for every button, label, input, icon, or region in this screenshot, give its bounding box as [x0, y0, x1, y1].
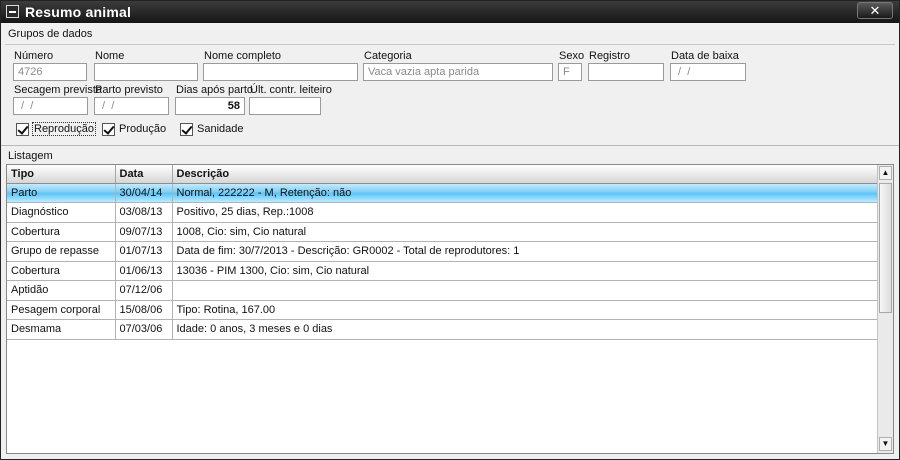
table-row[interactable]: Aptidão 07/12/06 — [7, 280, 878, 301]
cell-tipo: Parto — [7, 183, 116, 203]
sexo-field[interactable]: F — [558, 63, 582, 81]
column-header-tipo[interactable]: Tipo — [7, 165, 116, 184]
reproducao-checkbox[interactable]: Reprodução — [16, 121, 96, 137]
registro-field[interactable] — [588, 63, 664, 81]
data-baixa-field[interactable]: / / — [670, 63, 746, 81]
sanidade-checkbox[interactable]: Sanidade — [180, 121, 244, 137]
parto-previsto-label: Parto previsto — [95, 84, 163, 96]
nome-field[interactable] — [94, 63, 198, 81]
table-row[interactable]: Grupo de repasse 01/07/13 Data de fim: 3… — [7, 241, 878, 262]
producao-label: Produção — [119, 123, 167, 135]
table-header-row: Tipo Data Descrição — [7, 165, 878, 184]
cell-data: 15/08/06 — [115, 300, 173, 320]
checkbox-checked-icon[interactable] — [180, 122, 193, 136]
cell-data: 03/08/13 — [115, 202, 173, 223]
checkbox-checked-icon[interactable] — [102, 122, 115, 136]
categoria-field[interactable]: Vaca vazia apta parida — [363, 63, 553, 81]
cell-data: 09/07/13 — [115, 222, 173, 242]
nome-label: Nome — [95, 50, 125, 62]
ult-contr-leiteiro-field[interactable] — [249, 97, 321, 115]
cell-descricao: Positivo, 25 dias, Rep.:1008 — [172, 202, 878, 223]
data-baixa-label: Data de baixa — [671, 50, 739, 62]
resumo-animal-window: Resumo animal ✕ Grupos de dados Número 4… — [0, 0, 900, 460]
secagem-field[interactable]: / / — [13, 97, 88, 115]
cell-descricao — [172, 280, 878, 301]
cell-data: 07/12/06 — [115, 280, 173, 301]
cell-tipo: Cobertura — [7, 261, 116, 281]
window-title: Resumo animal — [25, 4, 132, 20]
scrollbar-thumb[interactable] — [879, 183, 892, 313]
producao-checkbox[interactable]: Produção — [102, 121, 166, 137]
cell-descricao: Tipo: Rotina, 167.00 — [172, 300, 878, 320]
grupos-de-dados-title: Grupos de dados — [8, 28, 93, 40]
cell-tipo: Grupo de repasse — [7, 241, 116, 262]
registro-label: Registro — [589, 50, 630, 62]
cell-descricao: Normal, 222222 - M, Retenção: não — [172, 183, 878, 203]
cell-tipo: Pesagem corporal — [7, 300, 116, 320]
listagem-grid[interactable]: Tipo Data Descrição Parto 30/04/14 Norma… — [6, 164, 894, 454]
secagem-label: Secagem prevista — [14, 84, 103, 96]
sexo-label: Sexo — [559, 50, 585, 62]
cell-descricao: 1008, Cio: sim, Cio natural — [172, 222, 878, 242]
parto-previsto-field[interactable]: / / — [94, 97, 169, 115]
listagem-table: Tipo Data Descrição Parto 30/04/14 Norma… — [7, 165, 878, 340]
dias-apos-parto-label: Dias após parto — [176, 84, 254, 96]
cell-tipo: Cobertura — [7, 222, 116, 242]
numero-field[interactable]: 4726 — [13, 63, 87, 81]
divider — [5, 44, 895, 45]
listagem-section: Listagem Tipo Data Descrição Parto 30/04… — [1, 146, 899, 459]
table-row[interactable]: Parto 30/04/14 Normal, 222222 - M, Reten… — [7, 183, 878, 203]
table-row[interactable]: Cobertura 09/07/13 1008, Cio: sim, Cio n… — [7, 222, 878, 242]
table-row[interactable]: Desmama 07/03/06 Idade: 0 anos, 3 meses … — [7, 319, 878, 340]
dias-apos-parto-field[interactable]: 58 — [175, 97, 245, 115]
cell-descricao: Data de fim: 30/7/2013 - Descrição: GR00… — [172, 241, 878, 262]
categoria-label: Categoria — [364, 50, 412, 62]
ult-contr-leiteiro-label: Últ. contr. leiteiro — [250, 84, 332, 96]
table-row[interactable]: Diagnóstico 03/08/13 Positivo, 25 dias, … — [7, 202, 878, 223]
nome-completo-label: Nome completo — [204, 50, 282, 62]
cell-descricao: 13036 - PIM 1300, Cio: sim, Cio natural — [172, 261, 878, 281]
listagem-title: Listagem — [8, 150, 53, 162]
grupos-de-dados-section: Grupos de dados Número 4726 Nome Nome co… — [1, 23, 899, 146]
table-row[interactable]: Pesagem corporal 15/08/06 Tipo: Rotina, … — [7, 300, 878, 320]
cell-data: 30/04/14 — [115, 183, 173, 203]
cell-data: 01/06/13 — [115, 261, 173, 281]
cell-descricao: Idade: 0 anos, 3 meses e 0 dias — [172, 319, 878, 340]
column-header-data[interactable]: Data — [115, 165, 173, 184]
cell-tipo: Diagnóstico — [7, 202, 116, 223]
scroll-down-icon[interactable]: ▼ — [879, 437, 892, 451]
numero-label: Número — [14, 50, 54, 62]
nome-completo-field[interactable] — [203, 63, 358, 81]
window-menu-icon[interactable] — [6, 5, 19, 18]
cell-tipo: Desmama — [7, 319, 116, 340]
sanidade-label: Sanidade — [197, 123, 244, 135]
table-row[interactable]: Cobertura 01/06/13 13036 - PIM 1300, Cio… — [7, 261, 878, 281]
column-header-descricao[interactable]: Descrição — [172, 165, 878, 184]
cell-data: 01/07/13 — [115, 241, 173, 262]
vertical-scrollbar[interactable]: ▲ ▼ — [877, 165, 893, 453]
title-bar[interactable]: Resumo animal ✕ — [1, 1, 899, 23]
cell-data: 07/03/06 — [115, 319, 173, 340]
reproducao-label: Reprodução — [32, 122, 96, 136]
cell-tipo: Aptidão — [7, 280, 116, 301]
close-button[interactable]: ✕ — [857, 2, 893, 19]
checkbox-checked-icon[interactable] — [16, 122, 29, 136]
scroll-up-icon[interactable]: ▲ — [879, 166, 892, 180]
